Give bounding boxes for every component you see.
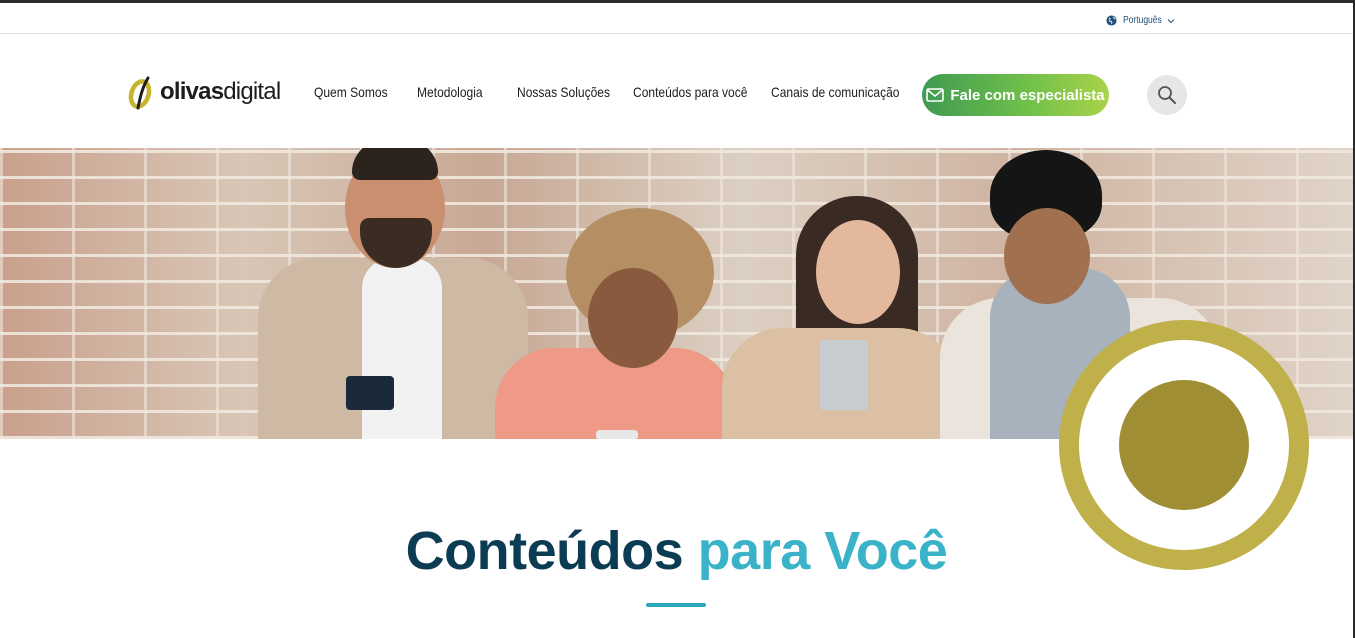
nav-quem-somos[interactable]: Quem Somos [314, 84, 388, 100]
nav-canais-de-comunicacao[interactable]: Canais de comunicação [771, 84, 900, 100]
section-title-part1: Conteúdos [405, 521, 684, 581]
logo-text-olivas: olivas [160, 78, 224, 105]
chevron-down-icon [1167, 18, 1174, 23]
language-selector[interactable]: Português [1106, 15, 1175, 26]
olive-logo-mark-icon [128, 76, 152, 110]
section-title: Conteúdos para Você [0, 520, 1353, 582]
nav-nossas-solucoes[interactable]: Nossas Soluções [517, 84, 610, 100]
search-button[interactable] [1147, 75, 1187, 115]
olivas-digital-logo[interactable]: olivas digital [128, 74, 281, 110]
utility-bar: Português [0, 3, 1353, 34]
contact-specialist-label: Fale com especialista [950, 86, 1105, 104]
search-icon [1158, 86, 1176, 104]
mail-icon [926, 88, 945, 102]
logo-text-digital: digital [223, 78, 281, 105]
section-title-part2: para Você [697, 521, 948, 581]
decorative-ring-core [1119, 380, 1249, 510]
site-header: olivas digital Quem Somos Metodologia Nos… [0, 34, 1353, 148]
nav-metodologia[interactable]: Metodologia [417, 84, 483, 100]
contact-specialist-button[interactable]: Fale com especialista [922, 74, 1109, 116]
language-label: Português [1123, 15, 1162, 26]
globe-icon [1106, 15, 1117, 26]
nav-conteudos-para-voce[interactable]: Conteúdos para você [633, 84, 747, 100]
section-title-underline [646, 603, 706, 607]
